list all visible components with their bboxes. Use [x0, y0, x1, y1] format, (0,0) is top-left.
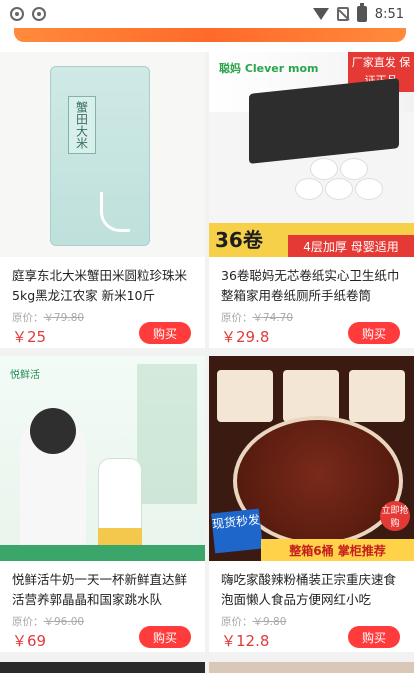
milk-image-bg: 悦鲜活	[0, 356, 205, 561]
status-left	[10, 7, 46, 21]
current-price: ￥69	[12, 632, 47, 650]
noodle-tag-buy-now: 立即抢购	[380, 501, 410, 531]
original-price-value: ￥79.80	[43, 312, 85, 324]
tissue-rolls	[295, 148, 385, 218]
tissue-image-bg: 聪妈 Clever mom 厂家直发 保证正品 36卷 4层加厚 母婴适用	[209, 52, 414, 257]
next-row-peek	[0, 662, 414, 673]
tissue-brand-logo: 聪妈 Clever mom	[219, 62, 319, 75]
sim-off-icon	[336, 7, 349, 21]
buy-button[interactable]: 购买	[348, 322, 400, 344]
original-price: 原价：￥9.80	[221, 614, 286, 629]
banner-strip	[0, 28, 414, 52]
buy-button[interactable]: 购买	[139, 322, 191, 344]
noodle-cup	[283, 370, 339, 422]
noodle-cup	[217, 370, 273, 422]
app-notification-icon-2	[32, 7, 46, 21]
milk-ad-text-area	[137, 364, 197, 504]
original-price-label: 原价：	[221, 616, 253, 628]
product-card[interactable]: 聪妈 Clever mom 厂家直发 保证正品 36卷 4层加厚 母婴适用 36…	[209, 52, 414, 348]
product-title[interactable]: 嗨吃家酸辣粉桶装正宗重庆速食泡面懒人食品方便网红小吃	[221, 570, 401, 610]
noodle-cup	[349, 370, 405, 422]
tissue-promo: 4层加厚 母婴适用	[288, 235, 414, 257]
noodle-tag-box: 整箱6桶 掌柜推荐	[261, 539, 414, 561]
product-card[interactable]: 蟹田大米 庭享东北大米蟹田米圆粒珍珠米5kg黑龙江农家 新米10斤 原价：￥79…	[0, 52, 205, 348]
buy-button[interactable]: 购买	[139, 626, 191, 648]
roll	[340, 158, 368, 180]
product-title[interactable]: 36卷聪妈无芯卷纸实心卫生纸巾整箱家用卷纸厕所手纸卷筒	[221, 266, 401, 306]
product-image-milk[interactable]: 悦鲜活	[0, 356, 205, 561]
noodle-image-bg: 现货秒发 整箱6桶 掌柜推荐 立即抢购	[209, 356, 414, 561]
original-price: 原价：￥74.70	[221, 310, 293, 325]
milk-bottle-label	[98, 528, 142, 546]
roll	[325, 178, 353, 200]
next-product-image[interactable]	[0, 662, 205, 673]
original-price-value: ￥74.70	[252, 312, 294, 324]
original-price-value: ￥96.00	[43, 616, 85, 628]
original-price-label: 原价：	[12, 616, 44, 628]
status-bar: 8:51	[0, 0, 414, 28]
roll	[310, 158, 338, 180]
roll	[355, 178, 383, 200]
product-card[interactable]: 悦鲜活 悦鲜活牛奶一天一杯新鲜直达鲜活营养郭晶晶和国家跳水队 原价：￥96.00…	[0, 356, 205, 652]
battery-icon	[356, 3, 367, 22]
original-price: 原价：￥79.80	[12, 310, 84, 325]
current-price: ￥25	[12, 328, 47, 346]
app-notification-icon	[10, 7, 24, 21]
product-image-tissue[interactable]: 聪妈 Clever mom 厂家直发 保证正品 36卷 4层加厚 母婴适用	[209, 52, 414, 257]
next-product-image[interactable]	[209, 662, 414, 673]
rice-bag	[50, 66, 150, 246]
product-card[interactable]: 现货秒发 整箱6桶 掌柜推荐 立即抢购 嗨吃家酸辣粉桶装正宗重庆速食泡面懒人食品…	[209, 356, 414, 652]
grass-strip	[0, 545, 205, 561]
tissue-count: 36卷	[215, 228, 263, 252]
original-price-label: 原价：	[12, 312, 44, 324]
current-price: ￥29.8	[221, 328, 270, 346]
product-title[interactable]: 悦鲜活牛奶一天一杯新鲜直达鲜活营养郭晶晶和国家跳水队	[12, 570, 192, 610]
product-image-rice[interactable]: 蟹田大米	[0, 52, 205, 257]
spokesperson-head	[30, 408, 76, 454]
rice-bag-label: 蟹田大米	[68, 96, 96, 154]
original-price-value: ￥9.80	[252, 616, 287, 628]
product-grid: 蟹田大米 庭享东北大米蟹田米圆粒珍珠米5kg黑龙江农家 新米10斤 原价：￥79…	[0, 52, 414, 652]
noodle-tag-in-stock: 现货秒发	[211, 508, 263, 554]
status-right: 8:51	[312, 3, 404, 22]
rice-image-bg: 蟹田大米	[0, 52, 205, 257]
buy-button[interactable]: 购买	[348, 626, 400, 648]
banner-orange-bar	[14, 28, 406, 42]
wifi-icon	[312, 8, 329, 20]
status-time: 8:51	[374, 6, 404, 22]
product-title[interactable]: 庭享东北大米蟹田米圆粒珍珠米5kg黑龙江农家 新米10斤	[12, 266, 192, 306]
original-price: 原价：￥96.00	[12, 614, 84, 629]
product-image-noodles[interactable]: 现货秒发 整箱6桶 掌柜推荐 立即抢购	[209, 356, 414, 561]
original-price-label: 原价：	[221, 312, 253, 324]
milk-brand-logo: 悦鲜活	[10, 370, 40, 381]
current-price: ￥12.8	[221, 632, 270, 650]
roll	[295, 178, 323, 200]
